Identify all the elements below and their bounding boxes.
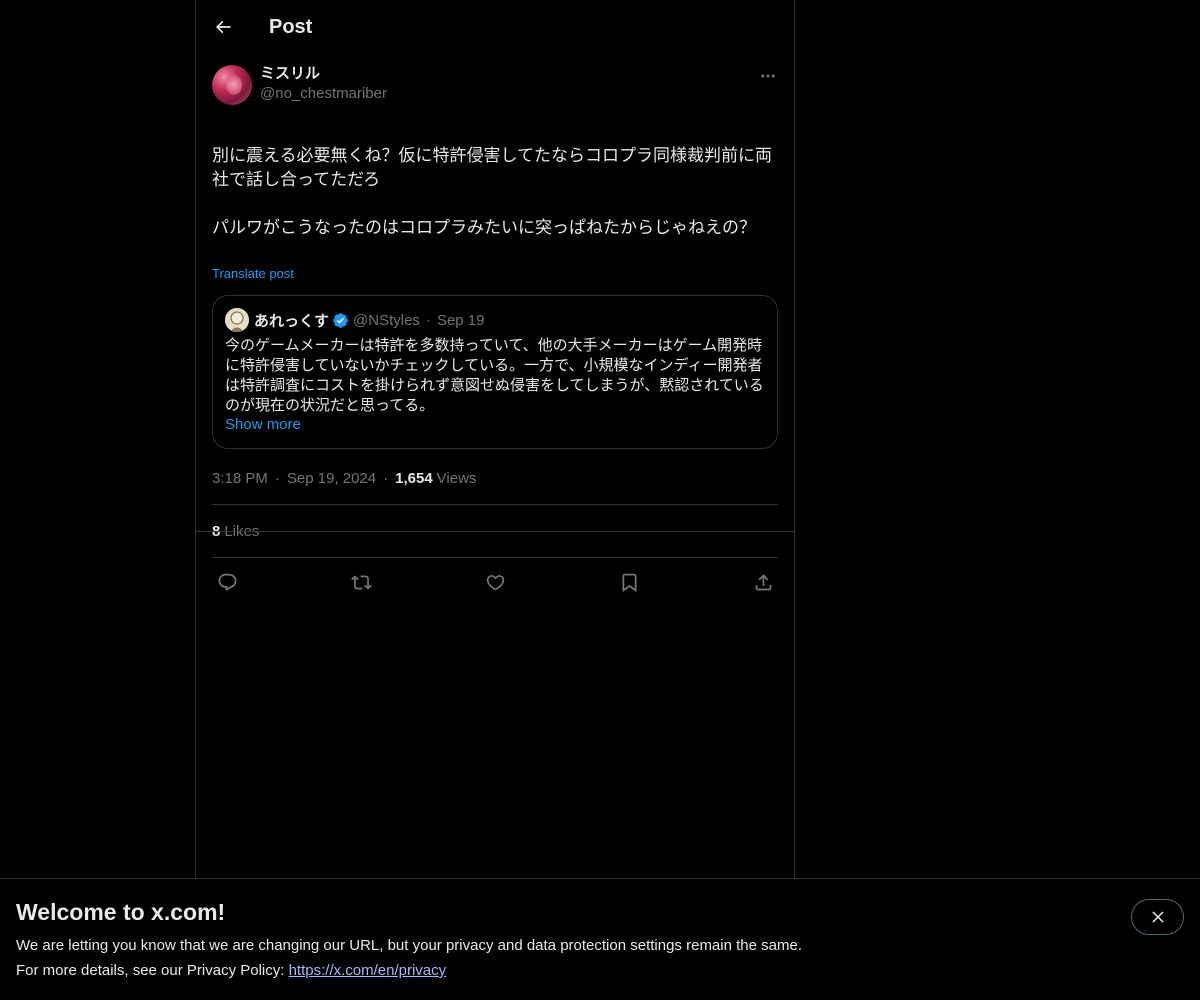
post-meta: 3:18 PM · Sep 19, 2024 · 1,654 Views <box>212 468 778 488</box>
separator-dot: · <box>383 469 389 487</box>
views-count: 1,654 <box>395 469 433 487</box>
banner-policy-line: For more details, see our Privacy Policy… <box>16 958 1184 983</box>
verified-badge-icon <box>332 312 349 329</box>
translate-post-link[interactable]: Translate post <box>212 266 294 281</box>
separator-dot: · <box>425 311 431 329</box>
divider <box>196 531 794 532</box>
share-button[interactable] <box>752 571 774 593</box>
repost-button[interactable] <box>350 571 372 593</box>
separator-dot: · <box>274 469 280 487</box>
top-bar: Post <box>196 0 794 54</box>
reply-button[interactable] <box>216 571 238 593</box>
post-time[interactable]: 3:18 PM <box>212 470 268 487</box>
show-more-link[interactable]: Show more <box>225 416 301 433</box>
bookmark-icon <box>622 573 636 592</box>
like-button[interactable] <box>484 571 506 593</box>
back-arrow-icon <box>215 20 231 34</box>
views-label: Views <box>436 469 477 487</box>
bookmark-button[interactable] <box>618 571 640 593</box>
url-change-banner: Welcome to x.com! We are letting you kno… <box>0 878 1200 1000</box>
more-icon <box>761 74 775 78</box>
quoted-post[interactable]: あれっくす @NStyles · Sep 19 今のゲームメーカーは特許を多数持… <box>212 295 778 449</box>
quote-date: Sep 19 <box>436 311 485 329</box>
avatar[interactable] <box>212 65 252 105</box>
quote-display-name: あれっくす <box>254 312 330 330</box>
quote-text: 今のゲームメーカーは特許を多数持っていて、他の大手メーカーはゲーム開発時に特許侵… <box>225 337 764 414</box>
action-bar <box>212 558 778 606</box>
privacy-policy-link[interactable]: https://x.com/en/privacy <box>289 962 447 979</box>
quote-handle: @NStyles <box>353 311 420 329</box>
close-banner-button[interactable] <box>1131 899 1184 935</box>
more-options-button[interactable] <box>758 66 778 86</box>
author-handle[interactable]: @no_chestmariber <box>260 84 387 104</box>
author-row: ミスリル @no_chestmariber <box>212 64 778 106</box>
page-title: Post <box>269 15 313 38</box>
like-icon <box>486 574 504 591</box>
post-text-line2: パルワがこうなったのはコロプラみたいに突っぱねたからじゃねえの？ <box>212 218 756 237</box>
close-icon <box>1151 911 1164 923</box>
main-column: Post ミスリル @no_chestmariber 別に震える必要無くね？仮に… <box>195 0 795 880</box>
reply-icon <box>218 573 236 591</box>
quote-header: あれっくす @NStyles · Sep 19 <box>225 308 765 332</box>
share-icon <box>755 573 771 590</box>
back-button[interactable] <box>205 9 241 45</box>
post-date[interactable]: Sep 19, 2024 <box>287 470 376 487</box>
post: ミスリル @no_chestmariber 別に震える必要無くね？仮に特許侵害し… <box>196 64 794 606</box>
banner-title: Welcome to x.com! <box>16 899 226 925</box>
repost-icon <box>350 574 372 590</box>
post-text-line1: 別に震える必要無くね？仮に特許侵害してたならコロプラ同様裁判前に両社で話し合って… <box>212 146 772 189</box>
post-text: 別に震える必要無くね？仮に特許侵害してたならコロプラ同様裁判前に両社で話し合って… <box>212 120 778 264</box>
quote-avatar <box>225 308 249 332</box>
author-display-name[interactable]: ミスリル <box>260 64 387 84</box>
quote-avatar-image <box>225 308 249 332</box>
banner-policy-text: For more details, see our Privacy Policy… <box>16 962 289 979</box>
banner-message: We are letting you know that we are chan… <box>16 937 802 954</box>
